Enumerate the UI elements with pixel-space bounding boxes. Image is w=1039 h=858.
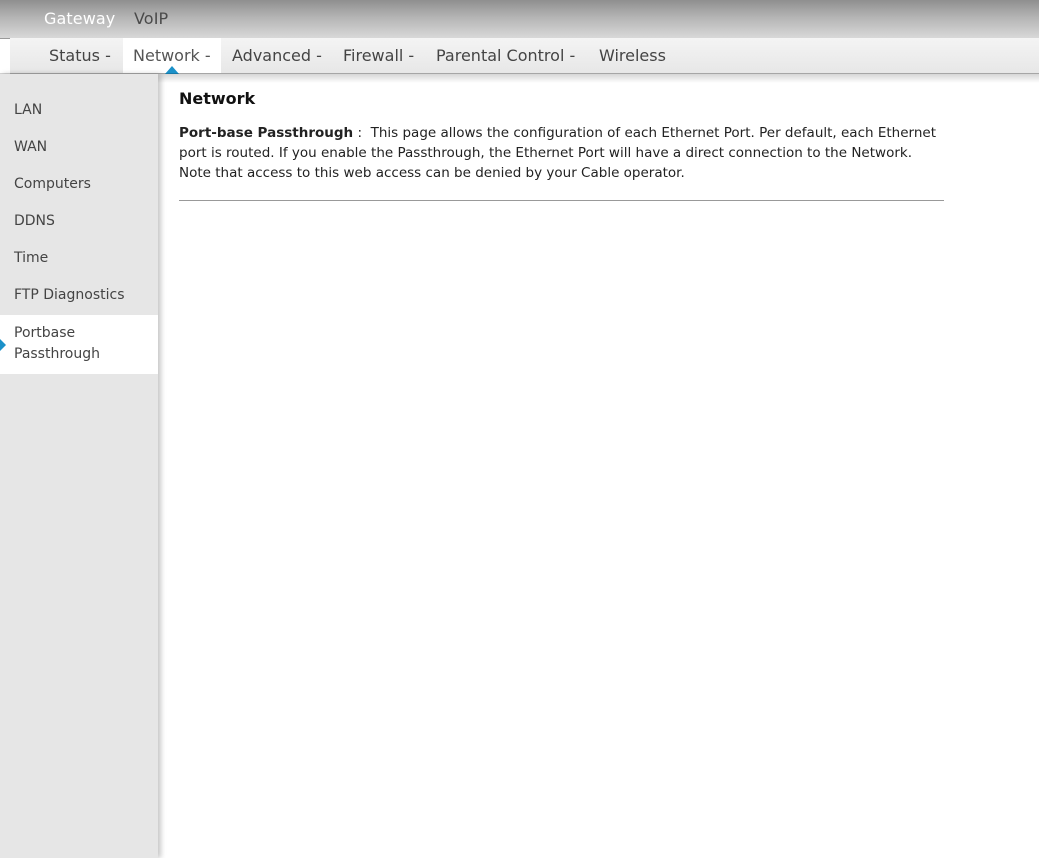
main-content: Network Port-base Passthrough : This pag…: [179, 88, 944, 201]
active-pointer-icon: [0, 338, 6, 351]
description-term: Port-base Passthrough: [179, 125, 354, 141]
nav-item-network[interactable]: Network -: [123, 38, 221, 74]
sidebar-item-ddns[interactable]: DDNS: [0, 211, 158, 232]
sidebar-item-ftp-diagnostics[interactable]: FTP Diagnostics: [0, 285, 158, 306]
tab-gateway[interactable]: Gateway: [44, 9, 115, 28]
main-nav: Status - Network - Advanced - Firewall -…: [10, 38, 1039, 74]
nav-item-network-label: Network -: [133, 46, 211, 65]
nav-item-wireless[interactable]: Wireless: [599, 38, 666, 73]
page-description: Port-base Passthrough : This page allows…: [179, 123, 944, 183]
nav-item-parental-control[interactable]: Parental Control -: [436, 38, 575, 73]
tab-voip[interactable]: VoIP: [134, 9, 168, 28]
sidebar-item-portbase-passthrough[interactable]: Portbase Passthrough: [0, 315, 158, 374]
sidebar: LAN WAN Computers DDNS Time FTP Diagnost…: [0, 74, 158, 858]
sidebar-item-time[interactable]: Time: [0, 248, 158, 269]
description-separator: :: [353, 125, 371, 141]
nav-item-firewall[interactable]: Firewall -: [343, 38, 414, 73]
divider: [179, 200, 944, 201]
nav-item-status[interactable]: Status -: [49, 38, 111, 73]
sidebar-item-lan[interactable]: LAN: [0, 100, 158, 121]
sidebar-item-computers[interactable]: Computers: [0, 174, 158, 195]
top-bar: Gateway VoIP: [0, 0, 1039, 39]
nav-item-advanced[interactable]: Advanced -: [232, 38, 322, 73]
sidebar-item-label: Portbase Passthrough: [14, 325, 100, 362]
sidebar-item-wan[interactable]: WAN: [0, 137, 158, 158]
page-title: Network: [179, 89, 256, 108]
